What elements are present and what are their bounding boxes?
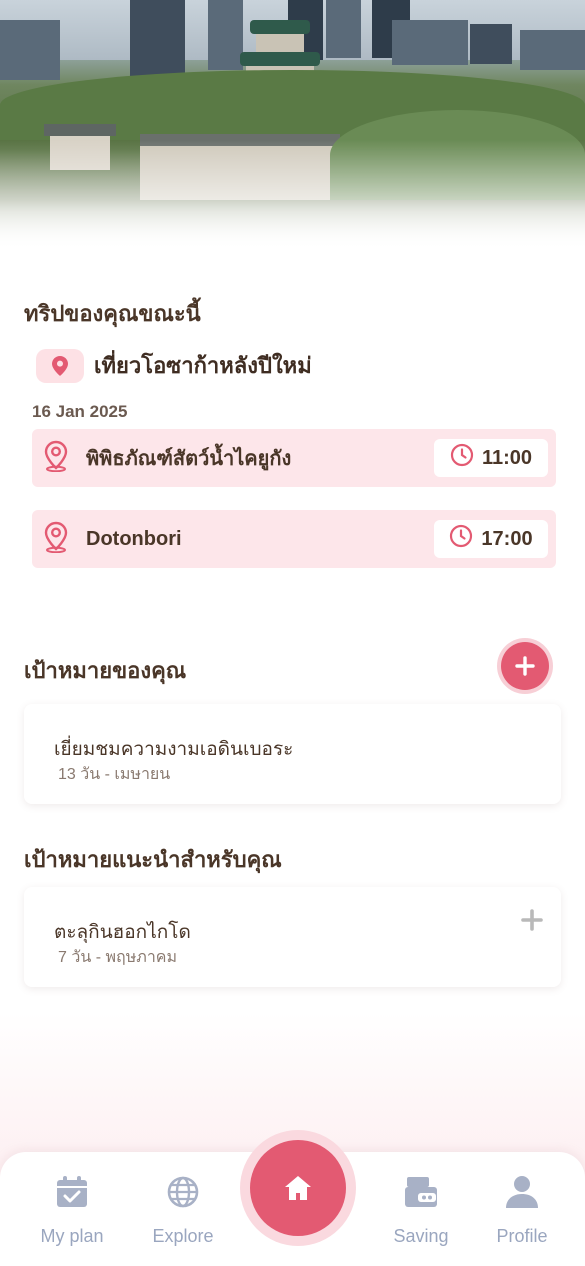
home-button[interactable]: [240, 1130, 356, 1246]
home-icon: [250, 1140, 346, 1236]
nav-profile[interactable]: Profile: [472, 1172, 572, 1247]
nav-my-plan[interactable]: My plan: [22, 1172, 122, 1247]
nav-saving-label: Saving: [393, 1226, 449, 1246]
wallet-icon: [371, 1172, 471, 1212]
add-recommended-plus-icon[interactable]: [521, 909, 543, 936]
hero-image: [0, 0, 585, 250]
nav-my-plan-label: My plan: [40, 1226, 104, 1246]
nav-saving[interactable]: Saving: [371, 1172, 471, 1247]
recommended-goal-card[interactable]: ตะลุกินฮอกไกโด 7 วัน - พฤษภาคม: [24, 887, 561, 987]
globe-icon: [133, 1172, 233, 1212]
stop-time-value: 17:00: [481, 527, 533, 550]
nav-explore[interactable]: Explore: [133, 1172, 233, 1247]
stop-time: 17:00: [434, 520, 548, 558]
clock-icon: [449, 524, 473, 554]
current-trip[interactable]: เที่ยวโอซาก้าหลังปีใหม่: [36, 348, 312, 383]
nav-profile-label: Profile: [496, 1226, 548, 1246]
recommended-heading: เป้าหมายแนะนำสำหรับคุณ: [24, 847, 282, 872]
stop-time: 11:00: [434, 439, 548, 477]
stop-name: พิพิธภัณฑ์สัตว์น้ำไคยูกัง: [86, 448, 292, 470]
stop-name: Dotonbori: [86, 527, 182, 550]
stop-time-value: 11:00: [481, 446, 533, 469]
calendar-check-icon: [22, 1172, 122, 1212]
goal-subtitle: 13 วัน - เมษายน: [58, 766, 171, 783]
goal-card[interactable]: เยี่ยมชมความงามเอดินเบอระ 13 วัน - เมษาย…: [24, 704, 561, 804]
trip-date: 16 Jan 2025: [32, 402, 128, 421]
recommended-goal-title: ตะลุกินฮอกไกโด: [54, 922, 191, 943]
location-pin-icon: [42, 521, 70, 558]
recommended-goal-subtitle: 7 วัน - พฤษภาคม: [58, 949, 178, 966]
trip-stop[interactable]: พิพิธภัณฑ์สัตว์น้ำไคยูกัง 11:00: [32, 429, 556, 487]
add-goal-button[interactable]: [497, 638, 553, 694]
plus-icon: [501, 642, 549, 690]
user-icon: [472, 1172, 572, 1212]
clock-icon: [450, 443, 474, 473]
trip-stop[interactable]: Dotonbori 17:00: [32, 510, 556, 568]
location-pin-icon: [42, 440, 70, 477]
goal-title: เยี่ยมชมความงามเอดินเบอระ: [54, 739, 294, 760]
current-trip-heading: ทริปของคุณขณะนี้: [24, 301, 201, 326]
trip-name: เที่ยวโอซาก้าหลังปีใหม่: [94, 353, 312, 378]
map-pin-icon: [36, 348, 84, 383]
goals-heading: เป้าหมายของคุณ: [24, 658, 187, 683]
nav-explore-label: Explore: [152, 1226, 214, 1246]
